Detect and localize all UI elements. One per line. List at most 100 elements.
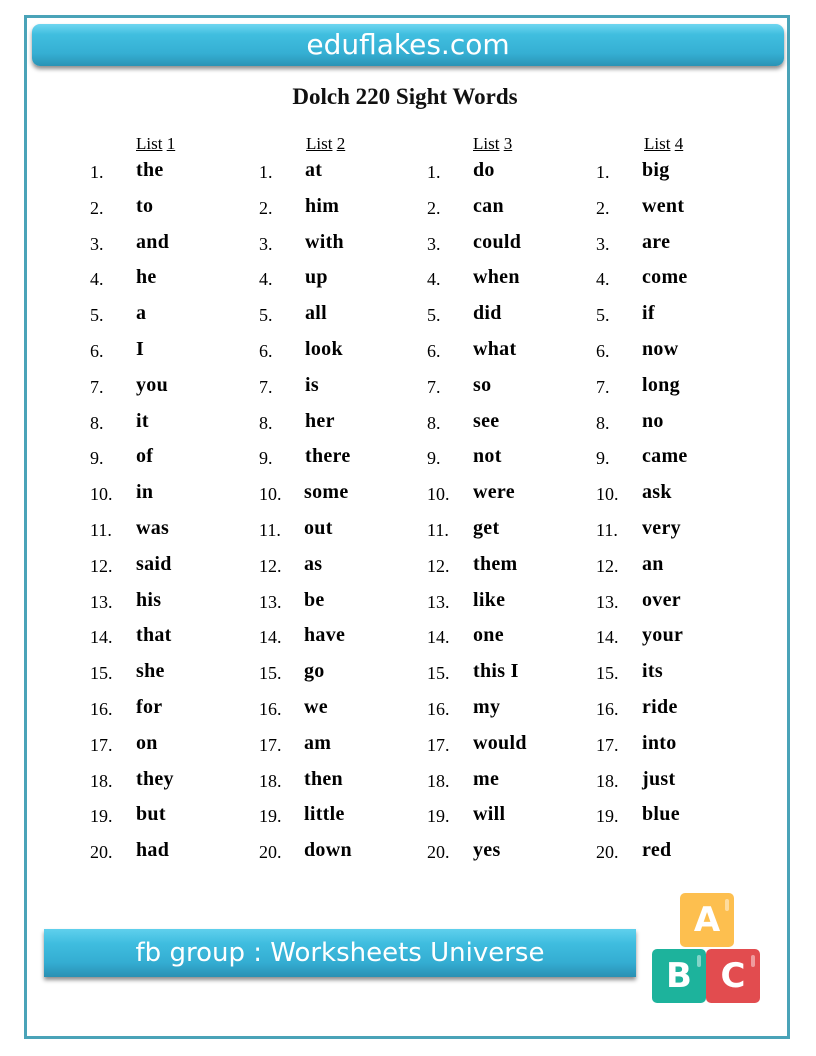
sight-word: be (304, 588, 325, 611)
item-number: 8. (259, 412, 273, 433)
item-number: 12. (596, 555, 619, 576)
sight-word: an (642, 552, 664, 575)
item-number: 5. (259, 305, 273, 326)
item-number: 10. (427, 484, 450, 505)
item-number: 13. (596, 591, 619, 612)
sight-word: of (136, 445, 154, 468)
block-a-icon: A (680, 893, 734, 947)
sight-word: am (304, 731, 332, 754)
item-number: 7. (596, 376, 610, 397)
item-number: 12. (90, 555, 113, 576)
sight-word: come (642, 266, 688, 289)
sight-word: look (305, 338, 343, 360)
sight-word: do (473, 159, 495, 181)
item-number: 14. (596, 627, 619, 648)
sight-word: now (642, 338, 679, 360)
item-number: 17. (596, 734, 619, 755)
sight-word: your (642, 624, 684, 647)
item-number: 19. (90, 806, 113, 827)
list-header: List 4 (644, 134, 684, 153)
item-number: 6. (596, 341, 610, 361)
item-number: 8. (596, 412, 610, 433)
item-number: 13. (90, 591, 113, 612)
item-number: 18. (596, 770, 619, 791)
sight-word: see (473, 409, 500, 432)
item-number: 1. (90, 162, 104, 182)
item-number: 5. (90, 305, 104, 326)
item-number: 20. (259, 842, 282, 863)
item-number: 18. (427, 770, 450, 791)
sight-word: the (136, 159, 164, 181)
sight-word: my (473, 696, 501, 718)
item-number: 1. (259, 162, 273, 182)
item-number: 11. (427, 520, 449, 540)
sight-word: up (305, 266, 328, 289)
item-number: 3. (259, 233, 273, 254)
sight-word: at (305, 159, 323, 181)
sight-word: down (304, 839, 352, 862)
item-number: 17. (427, 734, 450, 755)
fb-group-banner: fb group : Worksheets Universe (44, 929, 636, 977)
page-title: Dolch 220 Sight Words (292, 84, 518, 109)
item-number: 20. (90, 842, 113, 863)
item-number: 12. (427, 555, 450, 576)
item-number: 7. (90, 376, 104, 397)
sight-word: if (642, 302, 655, 325)
abc-blocks-icon: A B C (650, 893, 765, 1005)
item-number: 14. (90, 627, 113, 648)
item-number: 6. (259, 341, 273, 361)
list-header: List 3 (473, 134, 513, 153)
item-number: 19. (259, 806, 282, 827)
item-number: 9. (427, 448, 441, 469)
sight-word: but (136, 803, 166, 826)
item-number: 17. (259, 734, 282, 755)
item-number: 12. (259, 555, 282, 576)
block-b-icon: B (652, 949, 706, 1003)
item-number: 10. (259, 484, 282, 505)
sight-word: on (136, 731, 158, 754)
sight-word: not (473, 445, 502, 468)
sight-word: over (642, 588, 681, 611)
item-number: 18. (90, 770, 113, 791)
sight-word: went (642, 194, 685, 217)
sight-word: will (473, 803, 506, 826)
sight-word: yes (473, 839, 501, 862)
sight-word: get (473, 517, 500, 539)
item-number: 11. (259, 520, 281, 540)
sight-word: said (136, 552, 172, 575)
item-number: 10. (90, 484, 113, 505)
sight-word: ask (642, 481, 672, 504)
sight-word: she (136, 660, 165, 683)
sight-word: that (136, 624, 172, 647)
item-number: 6. (90, 341, 104, 361)
sight-word: out (304, 517, 333, 539)
item-number: 11. (90, 520, 112, 540)
sight-word: for (136, 696, 163, 718)
sight-word: is (305, 373, 319, 396)
sight-word: then (304, 767, 343, 790)
sight-word: her (305, 409, 335, 432)
item-number: 15. (596, 663, 619, 684)
item-number: 8. (427, 412, 441, 433)
list-header: List 1 (136, 134, 176, 153)
item-number: 16. (427, 699, 450, 719)
sight-word: did (473, 302, 502, 325)
sight-word: he (136, 266, 157, 289)
block-c-icon: C (706, 949, 760, 1003)
sight-word: as (304, 552, 323, 575)
sight-word: can (473, 194, 504, 217)
sight-word: and (136, 230, 170, 253)
item-number: 2. (427, 197, 441, 218)
item-number: 9. (259, 448, 273, 469)
sight-word: red (642, 839, 672, 862)
item-number: 7. (427, 376, 441, 397)
sight-word: what (473, 338, 517, 360)
sight-word: I (136, 338, 145, 360)
item-number: 20. (596, 842, 619, 863)
item-number: 3. (596, 233, 610, 254)
sight-word: them (473, 552, 518, 575)
sight-word: him (305, 194, 340, 217)
sight-word: blue (642, 803, 680, 826)
sight-word: one (473, 624, 504, 647)
sight-word: into (642, 731, 677, 754)
